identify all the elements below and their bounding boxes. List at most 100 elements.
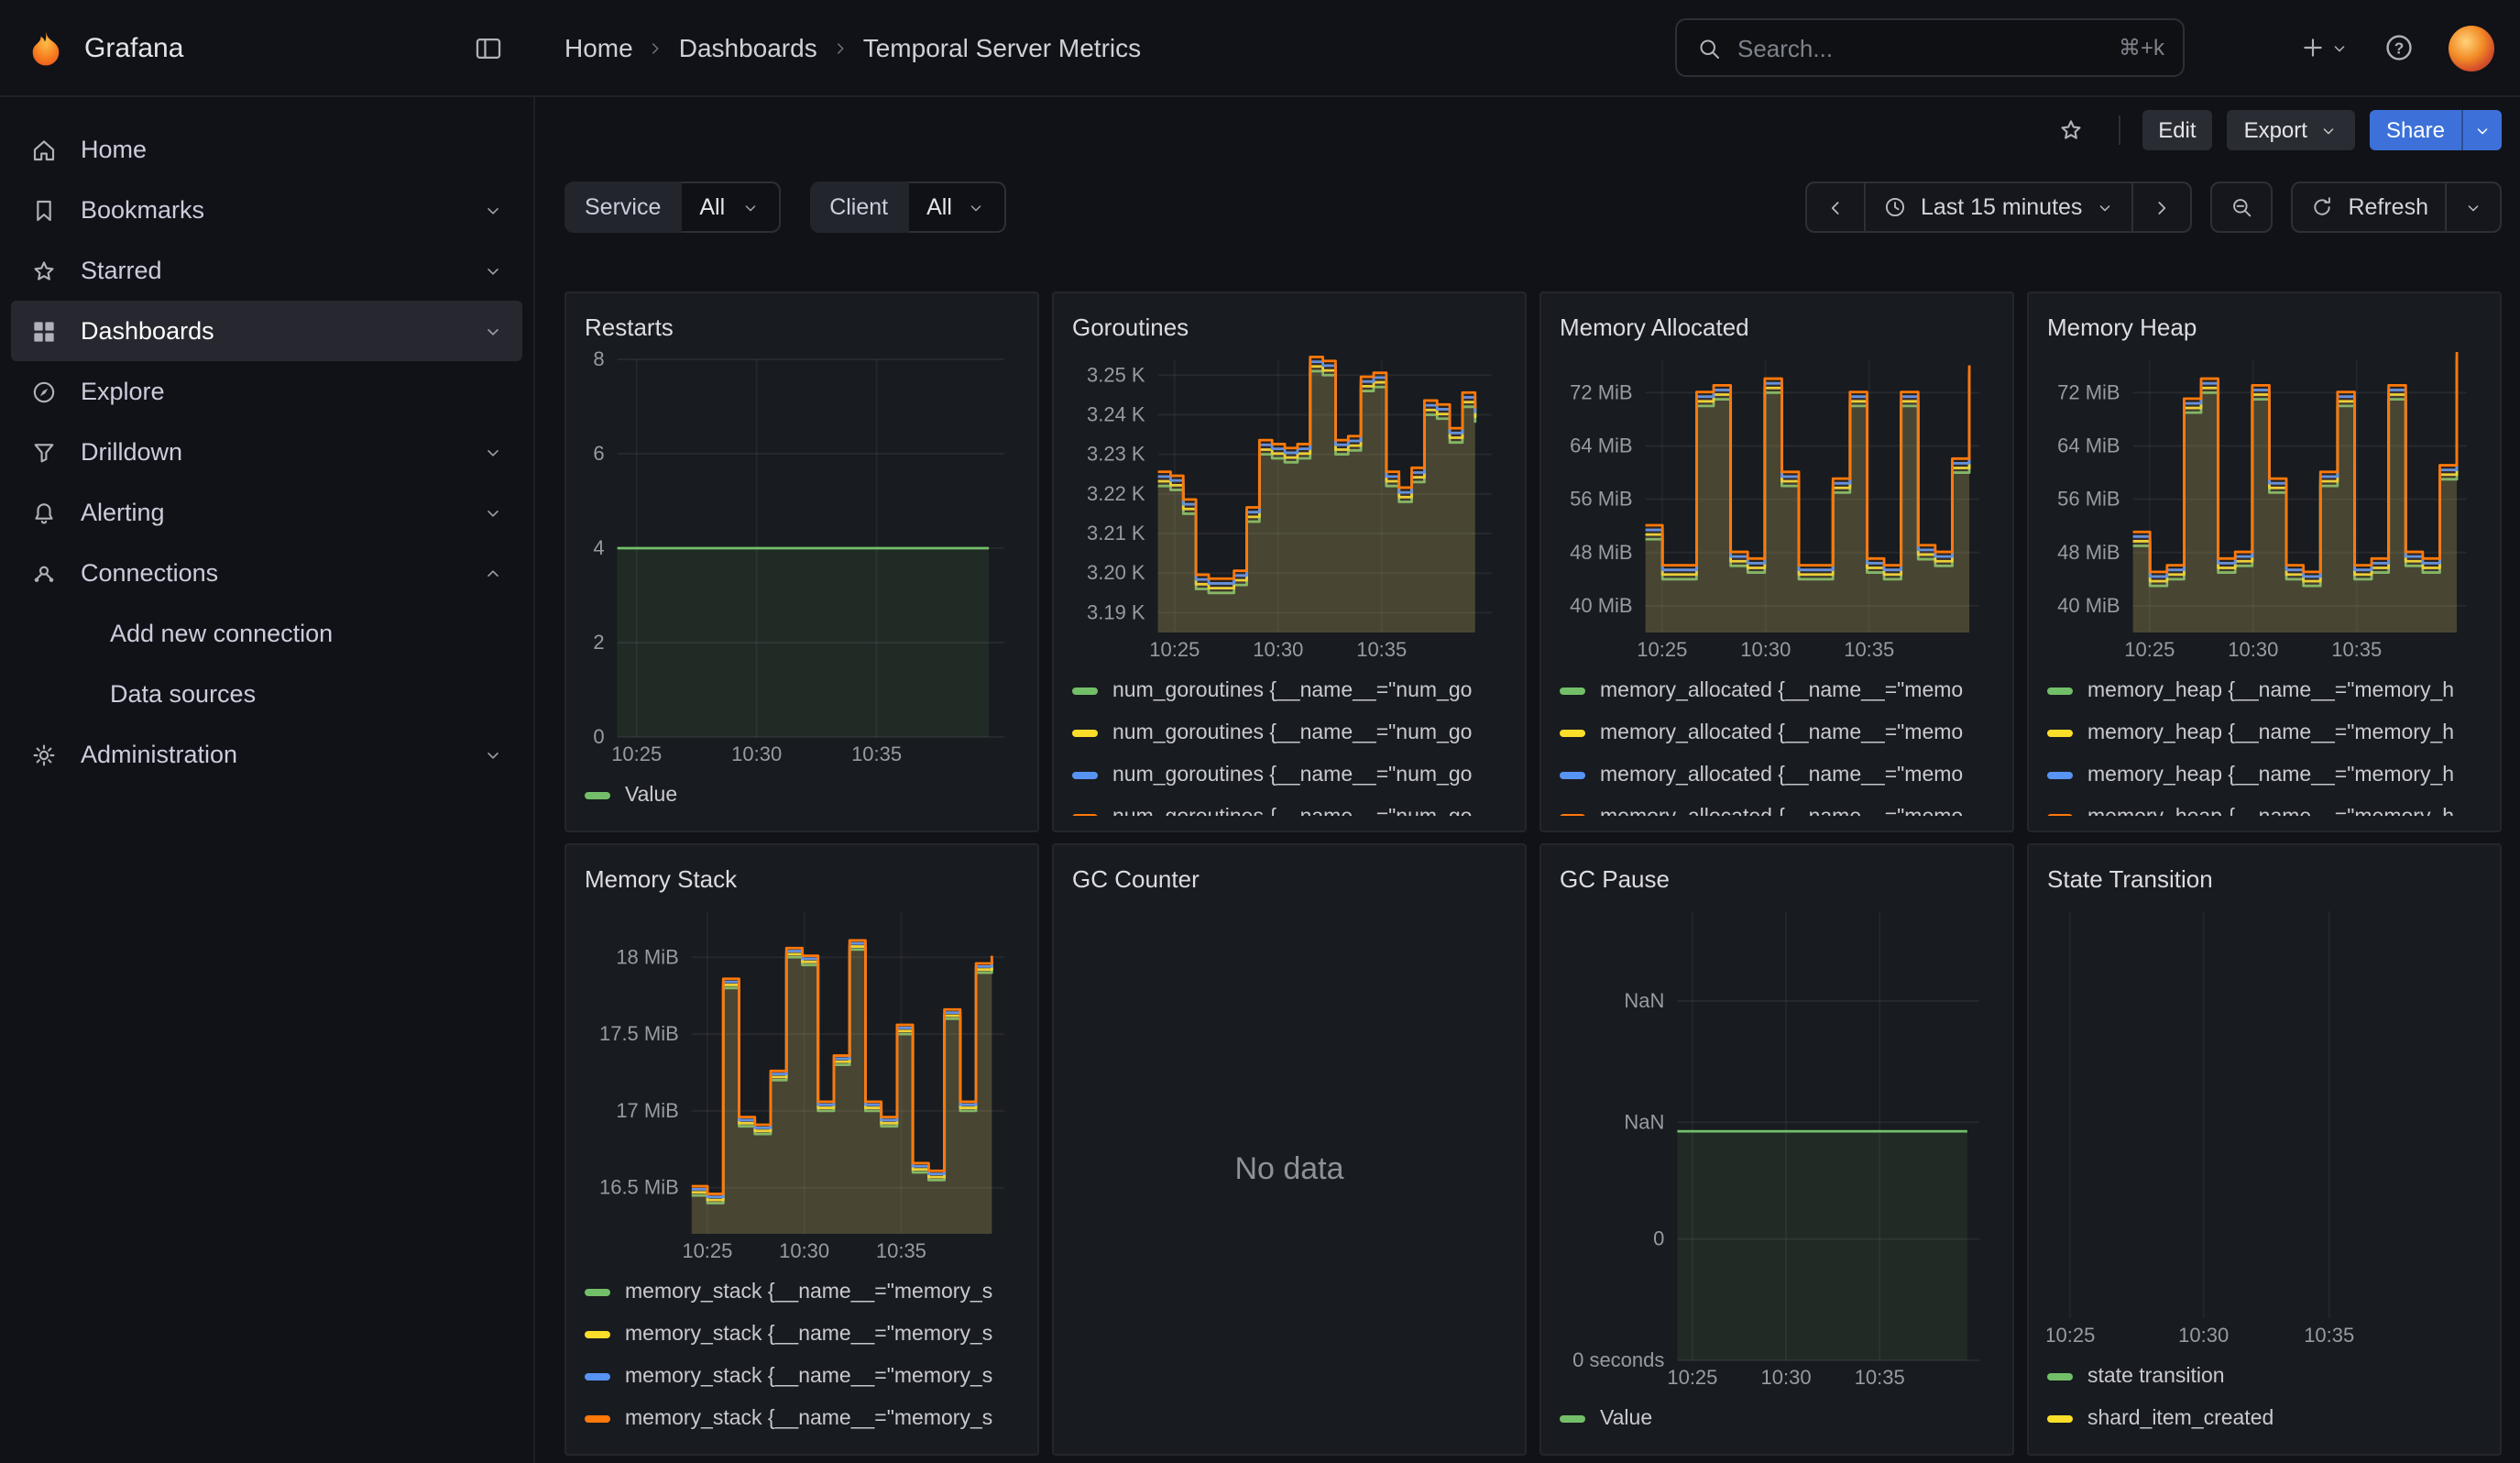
svg-text:17.5 MiB: 17.5 MiB — [599, 1022, 679, 1045]
chevron-down-icon — [482, 259, 504, 281]
export-button[interactable]: Export — [2228, 110, 2355, 150]
legend-item[interactable]: Value — [585, 774, 1019, 816]
refresh-button[interactable]: Refresh — [2291, 182, 2447, 233]
panel-title[interactable]: GC Counter — [1072, 856, 1507, 900]
question-circle-icon: ? — [2383, 31, 2416, 64]
variable-value-dropdown[interactable]: All — [908, 182, 1007, 233]
svg-text:10:30: 10:30 — [731, 742, 782, 765]
sidebar-toggle-button[interactable] — [462, 22, 513, 73]
legend-item[interactable]: memory_heap {__name__="memory_h — [2047, 796, 2482, 816]
sidebar-item-label: Starred — [81, 257, 162, 284]
search-input[interactable]: Search... ⌘+k — [1675, 18, 2185, 77]
chevron-down-icon — [482, 501, 504, 523]
topbar-main: Home Dashboards Temporal Server Metrics Se… — [535, 18, 2520, 77]
variable-client: ClientAll — [809, 182, 1007, 233]
time-forward-button[interactable] — [2131, 182, 2192, 233]
legend-label: memory_allocated {__name__="memo — [1600, 721, 1963, 743]
legend-item[interactable]: memory_allocated {__name__="memo — [1560, 754, 1994, 796]
legend-label: state transition — [2087, 1365, 2225, 1387]
svg-text:10:35: 10:35 — [1356, 638, 1407, 661]
sidebar-item-connections[interactable]: Connections — [11, 543, 522, 603]
breadcrumb-item-home[interactable]: Home — [564, 33, 633, 62]
panel-chart[interactable]: 10:2510:3010:35 — [2047, 900, 2482, 1351]
panel-chart[interactable]: 8642010:2510:3010:35 — [585, 348, 1019, 770]
legend-item[interactable]: memory_stack {__name__="memory_s — [585, 1270, 1019, 1313]
legend-item[interactable]: num_goroutines {__name__="num_go — [1072, 796, 1507, 816]
svg-text:10:30: 10:30 — [779, 1239, 829, 1262]
panel-title[interactable]: Restarts — [585, 304, 1019, 348]
legend-item[interactable]: memory_allocated {__name__="memo — [1560, 711, 1994, 754]
gear-icon — [29, 740, 59, 769]
panel-title[interactable]: Memory Stack — [585, 856, 1019, 900]
legend-item[interactable]: memory_heap {__name__="memory_h — [2047, 711, 2482, 754]
sidebar-item-administration[interactable]: Administration — [11, 724, 522, 785]
favorite-star-button[interactable] — [2044, 104, 2096, 156]
sidebar-item-alerting[interactable]: Alerting — [11, 482, 522, 543]
sidebar-item-add-new-connection[interactable]: Add new connection — [11, 603, 522, 664]
share-button[interactable]: Share — [2370, 110, 2461, 150]
panel-legend: memory_allocated {__name__="memomemory_a… — [1560, 669, 1994, 816]
legend-item[interactable]: shard_item_created — [2047, 1397, 2482, 1439]
sidebar-item-label: Administration — [81, 741, 237, 768]
panel-chart[interactable]: 18 MiB17.5 MiB17 MiB16.5 MiB10:2510:3010… — [585, 900, 1019, 1267]
variable-value-dropdown[interactable]: All — [681, 182, 780, 233]
zoom-out-button[interactable] — [2210, 182, 2273, 233]
legend-label: memory_heap {__name__="memory_h — [2087, 764, 2454, 786]
legend-item[interactable]: memory_stack {__name__="memory_s — [585, 1355, 1019, 1397]
chevron-down-icon — [2463, 197, 2483, 217]
time-back-button[interactable] — [1805, 182, 1866, 233]
chevron-up-icon — [482, 562, 504, 584]
sidebar-item-dashboards[interactable]: Dashboards — [11, 301, 522, 361]
svg-text:10:35: 10:35 — [851, 742, 902, 765]
variable-label: Client — [809, 182, 908, 233]
legend-item[interactable]: num_goroutines {__name__="num_go — [1072, 711, 1507, 754]
help-button[interactable]: ? — [2373, 22, 2425, 73]
legend-label: memory_heap {__name__="memory_h — [2087, 721, 2454, 743]
share-dropdown-button[interactable] — [2461, 110, 2502, 150]
chevron-down-icon — [2329, 38, 2350, 58]
breadcrumb-item-dashboards[interactable]: Dashboards — [679, 33, 817, 62]
panel-title[interactable]: GC Pause — [1560, 856, 1994, 900]
time-range-picker[interactable]: Last 15 minutes — [1864, 182, 2134, 233]
sidebar-item-drilldown[interactable]: Drilldown — [11, 422, 522, 482]
edit-button[interactable]: Edit — [2142, 110, 2212, 150]
legend-item[interactable]: memory_stack {__name__="memory_s — [585, 1313, 1019, 1355]
panel-title[interactable]: Memory Allocated — [1560, 304, 1994, 348]
legend-color-icon — [2047, 729, 2073, 736]
user-avatar[interactable] — [2449, 25, 2494, 71]
legend-item[interactable]: num_goroutines {__name__="num_go — [1072, 669, 1507, 711]
legend-item[interactable]: memory_allocated {__name__="memo — [1560, 796, 1994, 816]
add-new-button[interactable] — [2298, 33, 2350, 62]
refresh-interval-button[interactable] — [2445, 182, 2502, 233]
sidebar-item-bookmarks[interactable]: Bookmarks — [11, 180, 522, 240]
panel-chart[interactable]: 72 MiB64 MiB56 MiB48 MiB40 MiB10:2510:30… — [2047, 348, 2482, 666]
legend-item[interactable]: memory_heap {__name__="memory_h — [2047, 754, 2482, 796]
sidebar-item-data-sources[interactable]: Data sources — [11, 664, 522, 724]
chevron-down-icon — [482, 320, 504, 342]
divider — [2118, 116, 2120, 145]
legend-item[interactable]: num_goroutines {__name__="num_go — [1072, 754, 1507, 796]
legend-color-icon — [1072, 729, 1098, 736]
legend-item[interactable]: Value — [1560, 1397, 1994, 1439]
legend-color-icon — [1072, 813, 1098, 816]
sidebar-item-starred[interactable]: Starred — [11, 240, 522, 301]
panel-title[interactable]: State Transition — [2047, 856, 2482, 900]
breadcrumb-item-temporal-server-metrics[interactable]: Temporal Server Metrics — [863, 33, 1141, 62]
variable-value: All — [699, 194, 725, 220]
sidebar-item-home[interactable]: Home — [11, 119, 522, 180]
panel-chart[interactable]: 72 MiB64 MiB56 MiB48 MiB40 MiB10:2510:30… — [1560, 348, 1994, 666]
sidebar-item-explore[interactable]: Explore — [11, 361, 522, 422]
legend-item[interactable]: memory_heap {__name__="memory_h — [2047, 669, 2482, 711]
panel-title[interactable]: Memory Heap — [2047, 304, 2482, 348]
panel-chart[interactable]: NaNNaN00 seconds10:2510:3010:35 — [1560, 900, 1994, 1393]
legend-item[interactable]: state transition — [2047, 1355, 2482, 1397]
panel-chart[interactable]: 3.25 K3.24 K3.23 K3.22 K3.21 K3.20 K3.19… — [1072, 348, 1507, 666]
legend-item[interactable]: memory_allocated {__name__="memo — [1560, 669, 1994, 711]
legend-item[interactable]: memory_stack {__name__="memory_s — [585, 1397, 1019, 1439]
panel-legend: Value — [1560, 1397, 1994, 1439]
dock-icon — [472, 32, 503, 63]
svg-text:64 MiB: 64 MiB — [1570, 434, 1632, 456]
panel-title[interactable]: Goroutines — [1072, 304, 1507, 348]
svg-text:?: ? — [2394, 38, 2405, 57]
home-icon — [29, 135, 59, 164]
